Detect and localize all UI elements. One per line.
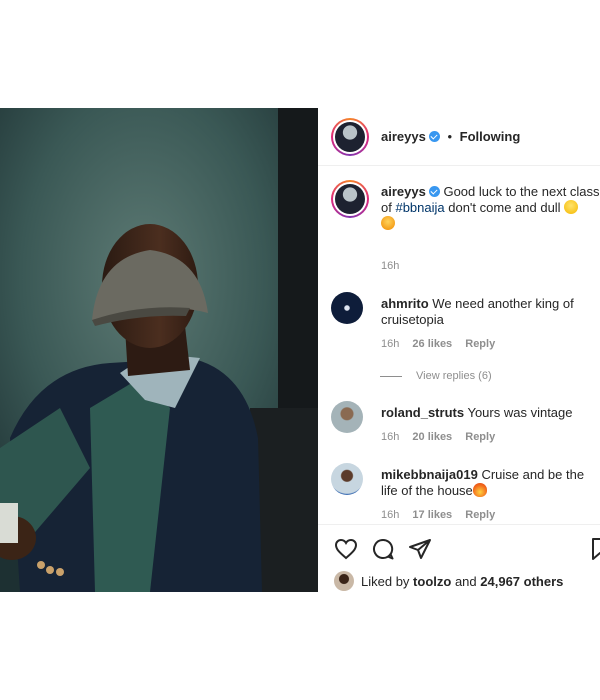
- star-struck-emoji-icon: [381, 216, 395, 230]
- comment-text: mikebbnaija019 Cruise and be the life of…: [381, 467, 600, 499]
- likes-count[interactable]: 24,967 others: [480, 574, 563, 589]
- caption-text: aireyys Good luck to the next class of #…: [381, 184, 600, 232]
- comment-meta: 16h 17 likes Reply: [381, 509, 505, 521]
- comment-meta: 16h 26 likes Reply: [381, 338, 505, 350]
- post-sidebar: aireyys • Following aireyys Good luck to…: [318, 108, 600, 592]
- likes-summary: Liked by toolzo and 24,967 others: [334, 571, 563, 591]
- liker-avatar[interactable]: [334, 571, 354, 591]
- comment-likes[interactable]: 17 likes: [412, 509, 452, 521]
- post-photo[interactable]: [0, 108, 318, 592]
- grin-emoji-icon: [564, 200, 579, 214]
- header-separator: •: [447, 129, 453, 144]
- hashtag-link[interactable]: #bbnaija: [395, 200, 444, 215]
- post-photo-image: [0, 108, 318, 592]
- caption-avatar[interactable]: [331, 180, 369, 218]
- reply-button[interactable]: Reply: [465, 338, 495, 350]
- heart-icon[interactable]: [334, 537, 358, 561]
- caption-username[interactable]: aireyys: [381, 184, 426, 199]
- commenter-avatar[interactable]: [331, 463, 363, 495]
- comment-body: Yours was vintage: [467, 405, 573, 420]
- bookmark-icon[interactable]: [588, 537, 600, 561]
- reply-button[interactable]: Reply: [465, 431, 495, 443]
- replies-divider: [380, 375, 402, 377]
- author-avatar[interactable]: [331, 117, 369, 156]
- comment-time[interactable]: 16h: [381, 431, 399, 443]
- comment-likes[interactable]: 26 likes: [412, 338, 452, 350]
- comment-time[interactable]: 16h: [381, 338, 399, 350]
- post-header: aireyys • Following: [318, 108, 600, 166]
- comment-text: roland_struts Yours was vintage: [381, 405, 600, 421]
- caption-text-part: don't come and dull: [444, 200, 561, 215]
- verified-badge-icon: [428, 186, 440, 197]
- post-actions: Liked by toolzo and 24,967 others: [318, 524, 600, 592]
- liked-by-conj: and: [454, 573, 477, 589]
- share-icon[interactable]: [408, 537, 432, 561]
- caption-time[interactable]: 16h: [381, 260, 399, 272]
- comment-likes[interactable]: 20 likes: [412, 431, 452, 443]
- commenter-avatar[interactable]: [331, 292, 363, 324]
- view-replies-label[interactable]: View replies (6): [416, 370, 492, 382]
- instagram-post: aireyys • Following aireyys Good luck to…: [0, 108, 600, 592]
- following-button[interactable]: Following: [460, 129, 521, 144]
- caption-meta: 16h: [381, 260, 409, 272]
- comments-list[interactable]: aireyys Good luck to the next class of #…: [318, 167, 600, 523]
- comment-icon[interactable]: [371, 537, 395, 561]
- comment-username[interactable]: mikebbnaija019: [381, 467, 478, 482]
- liker-username[interactable]: toolzo: [413, 574, 451, 589]
- reply-button[interactable]: Reply: [465, 509, 495, 521]
- commenter-avatar[interactable]: [331, 401, 363, 433]
- author-username[interactable]: aireyys: [381, 129, 426, 144]
- liked-by-prefix: Liked by: [361, 573, 410, 589]
- comment-text: ahmrito We need another king of cruiseto…: [381, 296, 600, 328]
- fire-emoji-icon: [472, 483, 487, 497]
- comment-username[interactable]: ahmrito: [381, 296, 429, 311]
- comment-username[interactable]: roland_struts: [381, 405, 464, 420]
- verified-badge-icon: [428, 131, 440, 142]
- comment-time[interactable]: 16h: [381, 509, 399, 521]
- comment-meta: 16h 20 likes Reply: [381, 431, 505, 443]
- view-replies-button[interactable]: View replies (6): [380, 370, 492, 382]
